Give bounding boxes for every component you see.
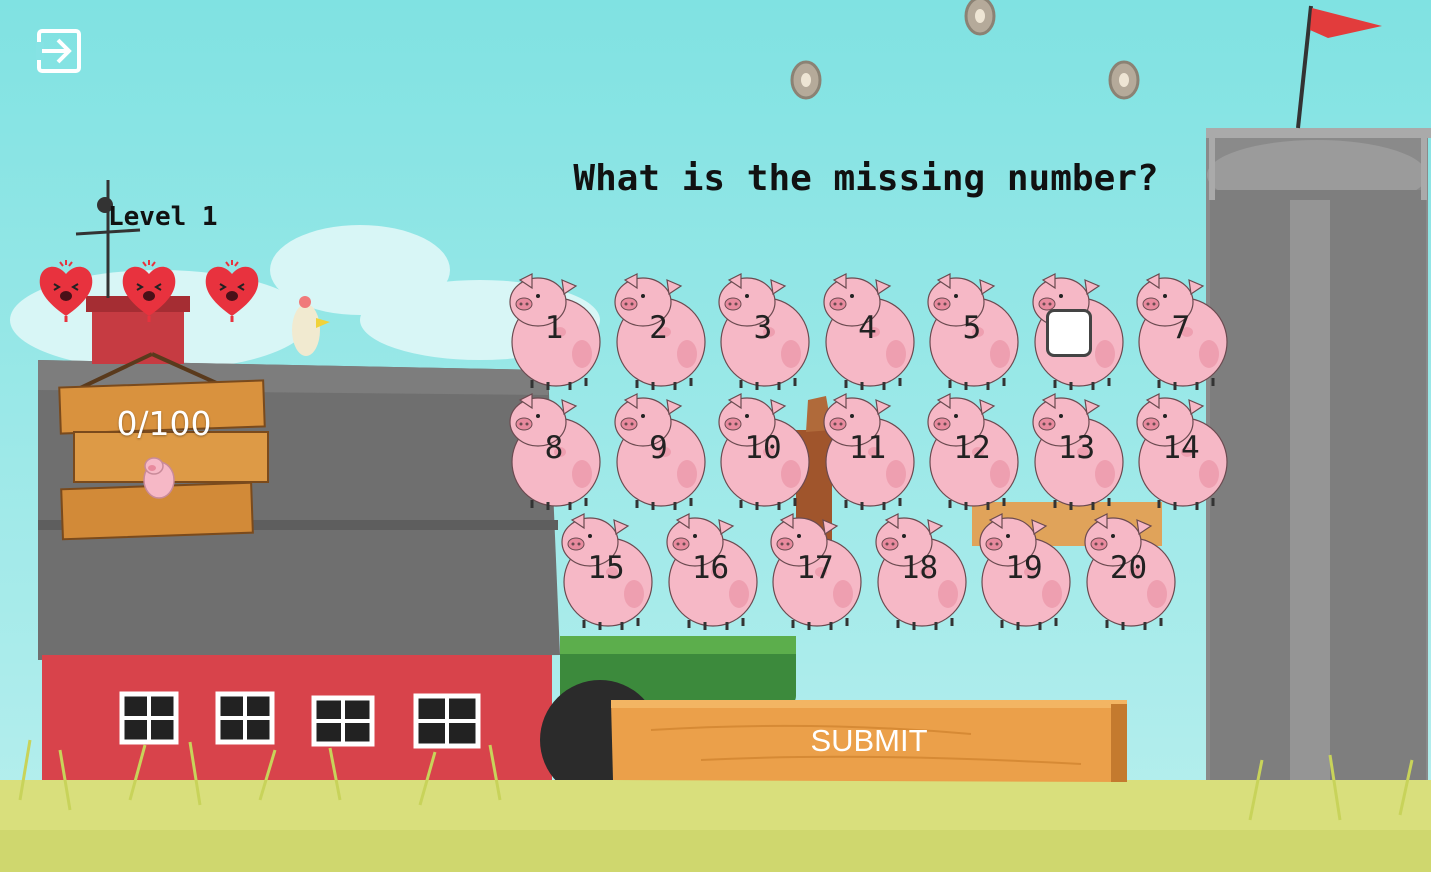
pig-number: 2 (649, 310, 668, 346)
pig-card: 20 (1077, 512, 1181, 632)
level-label: Level 1 (108, 202, 218, 232)
pig-card: 10 (711, 392, 815, 512)
pig-card: 1 (502, 272, 606, 392)
pig-number: 13 (1057, 430, 1096, 466)
pig-card: 17 (763, 512, 867, 632)
pig-number: 8 (544, 430, 564, 466)
exit-button[interactable] (36, 28, 82, 74)
pig-icon (143, 457, 175, 499)
pig-card: 5 (920, 272, 1024, 392)
pig-number: 4 (858, 310, 877, 346)
submit-button[interactable]: SUBMIT (611, 700, 1127, 782)
pig-card: 3 (711, 272, 815, 392)
lives-indicator (36, 258, 266, 324)
missing-number-input[interactable] (1045, 309, 1093, 357)
pig-number: 3 (753, 310, 773, 346)
pig-number: 1 (544, 310, 564, 346)
pig-number: 20 (1109, 550, 1148, 586)
pig-number: 18 (900, 550, 939, 586)
pig-number: 10 (744, 430, 782, 466)
score-sign: 0/100 (56, 350, 272, 550)
question-text: What is the missing number? (573, 158, 1159, 199)
pig-number: 19 (1005, 550, 1043, 586)
pig-card: 11 (816, 392, 920, 512)
answer-field[interactable] (1048, 312, 1093, 356)
pig-card: 2 (607, 272, 711, 392)
pig-card: 18 (868, 512, 972, 632)
pig-number: 14 (1162, 430, 1200, 466)
pig-card: 7 (1129, 272, 1233, 392)
pig-card: 16 (659, 512, 763, 632)
pig-number: 12 (953, 430, 991, 466)
pig-number: 17 (796, 550, 834, 586)
wooden-sign (58, 352, 269, 541)
pig-card: 9 (607, 392, 711, 512)
pig-number: 15 (587, 550, 625, 586)
pig-card: 15 (554, 512, 658, 632)
pig-card: 8 (502, 392, 606, 512)
score-text: 0/100 (116, 404, 212, 443)
pig-card: 4 (816, 272, 920, 392)
pig-card: 12 (920, 392, 1024, 512)
pig-number: 11 (848, 430, 887, 466)
heart-icon (119, 258, 179, 324)
pig-number: 16 (691, 550, 730, 586)
pig-number: 9 (649, 430, 668, 466)
heart-icon (36, 258, 96, 324)
heart-icon (202, 258, 262, 324)
pig-card: 14 (1129, 392, 1233, 512)
pig-number: 7 (1171, 310, 1191, 346)
pig-number: 5 (962, 310, 982, 346)
submit-label: SUBMIT (810, 723, 928, 758)
pig-card: 13 (1025, 392, 1129, 512)
game-scene: Level 1 0/100 What is the missing number… (0, 0, 1431, 872)
pig-card: 19 (972, 512, 1076, 632)
pig-card (1025, 272, 1129, 392)
exit-icon (36, 29, 81, 73)
